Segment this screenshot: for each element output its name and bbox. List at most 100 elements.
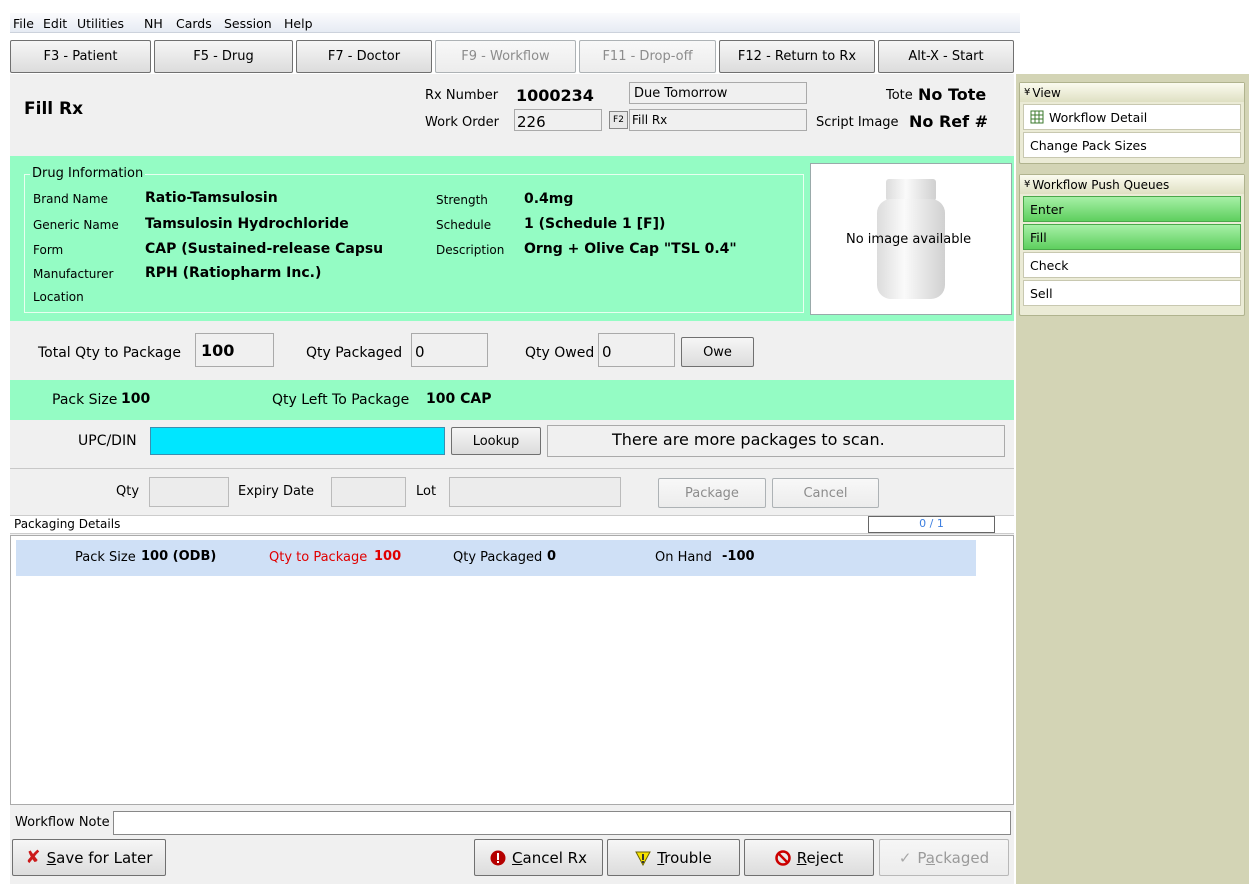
workflow-button[interactable]: F9 - Workflow bbox=[435, 40, 576, 73]
drug-button[interactable]: F5 - Drug bbox=[154, 40, 293, 73]
queue-enter[interactable]: Enter bbox=[1023, 196, 1241, 222]
grid-icon bbox=[1030, 110, 1044, 124]
script-image-value: No Ref # bbox=[909, 112, 989, 131]
patient-button[interactable]: F3 - Patient bbox=[10, 40, 151, 73]
pack-size-band bbox=[10, 380, 1014, 420]
tote-value: No Tote bbox=[918, 85, 987, 104]
expiry-date-input[interactable] bbox=[331, 477, 406, 507]
menu-bar: File Edit Utilities NH Cards Session Hel… bbox=[10, 13, 1020, 33]
workflow-detail-item[interactable]: Workflow Detail bbox=[1023, 104, 1241, 130]
script-image-label: Script Image bbox=[816, 115, 899, 130]
queue-sell[interactable]: Sell bbox=[1023, 280, 1241, 306]
packaging-progress-text: 0 / 1 bbox=[919, 517, 944, 530]
qty-left-label: Qty Left To Package bbox=[272, 392, 410, 408]
strength-label: Strength bbox=[436, 193, 488, 207]
work-order-value: 226 bbox=[517, 113, 546, 131]
packaging-details-header bbox=[10, 515, 1014, 534]
schedule-value: 1 (Schedule 1 [F]) bbox=[524, 216, 666, 232]
save-for-later-button[interactable]: ✘ Save for Later bbox=[12, 839, 166, 876]
form-label: Form bbox=[33, 243, 64, 257]
fill-rx-window: File Edit Utilities NH Cards Session Hel… bbox=[0, 0, 1249, 884]
row-qty-packaged-value: 0 bbox=[547, 549, 557, 564]
change-pack-sizes-item[interactable]: Change Pack Sizes bbox=[1023, 132, 1241, 158]
reject-button[interactable]: Reject bbox=[744, 839, 874, 876]
save-for-later-label: Save for Later bbox=[46, 848, 153, 867]
upc-din-label: UPC/DIN bbox=[78, 433, 137, 449]
workflow-note-input[interactable] bbox=[113, 811, 1011, 835]
entry-cancel-button[interactable]: Cancel bbox=[772, 478, 879, 508]
f2-key-badge[interactable]: F2 bbox=[609, 111, 628, 129]
queue-check[interactable]: Check bbox=[1023, 252, 1241, 278]
manufacturer-label: Manufacturer bbox=[33, 267, 114, 281]
brand-name-label: Brand Name bbox=[33, 192, 108, 206]
menu-nh[interactable]: NH bbox=[144, 16, 163, 31]
location-label: Location bbox=[33, 290, 84, 304]
row-pack-size-label: Pack Size bbox=[75, 550, 136, 565]
lookup-button[interactable]: Lookup bbox=[451, 427, 541, 455]
qty-owed-value: 0 bbox=[602, 343, 612, 361]
entry-qty-label: Qty bbox=[116, 484, 140, 499]
expiry-date-label: Expiry Date bbox=[238, 484, 315, 499]
x-icon: ✘ bbox=[25, 847, 41, 868]
prohibited-icon bbox=[774, 849, 791, 866]
return-to-rx-button[interactable]: F12 - Return to Rx bbox=[719, 40, 875, 73]
workflow-note-label: Workflow Note bbox=[15, 815, 110, 830]
schedule-label: Schedule bbox=[436, 218, 492, 232]
queue-fill[interactable]: Fill bbox=[1023, 224, 1241, 250]
row-on-hand-label: On Hand bbox=[655, 550, 712, 565]
collapse-icon: ¥ bbox=[1024, 87, 1031, 98]
divider bbox=[10, 468, 1014, 469]
generic-name-label: Generic Name bbox=[33, 218, 119, 232]
pack-size-label: Pack Size bbox=[52, 392, 118, 408]
total-qty-label: Total Qty to Package bbox=[38, 345, 181, 361]
scan-message: There are more packages to scan. bbox=[612, 430, 885, 449]
view-group: ¥ View Workflow Detail Change Pack Sizes bbox=[1019, 82, 1245, 164]
packaging-details-title: Packaging Details bbox=[14, 517, 121, 531]
menu-session[interactable]: Session bbox=[224, 16, 272, 31]
qty-owed-label: Qty Owed bbox=[525, 345, 595, 361]
lot-input[interactable] bbox=[449, 477, 621, 507]
qty-packaged-value: 0 bbox=[415, 343, 425, 361]
trouble-button[interactable]: Trouble bbox=[607, 839, 740, 876]
tote-label: Tote bbox=[886, 88, 913, 103]
rx-number-label: Rx Number bbox=[425, 88, 499, 103]
stop-icon bbox=[490, 850, 506, 865]
cancel-rx-label: Cancel Rx bbox=[512, 848, 587, 867]
row-pack-size-value: 100 (ODB) bbox=[141, 549, 217, 564]
workflow-push-queues-group: ¥ Workflow Push Queues Enter Fill Check S… bbox=[1019, 174, 1245, 316]
qty-left-value: 100 CAP bbox=[426, 391, 492, 407]
description-value: Orng + Olive Cap "TSL 0.4" bbox=[524, 241, 737, 257]
pack-size-value: 100 bbox=[121, 391, 151, 407]
due-status: Due Tomorrow bbox=[634, 86, 728, 101]
menu-cards[interactable]: Cards bbox=[176, 16, 212, 31]
no-image-text: No image available bbox=[846, 232, 972, 247]
manufacturer-value: RPH (Ratiopharm Inc.) bbox=[145, 265, 322, 281]
row-qty-packaged-label: Qty Packaged bbox=[453, 550, 543, 565]
strength-value: 0.4mg bbox=[524, 191, 574, 207]
menu-utilities[interactable]: Utilities bbox=[77, 16, 124, 31]
package-button[interactable]: Package bbox=[658, 478, 766, 508]
form-value: CAP (Sustained-release Capsu bbox=[145, 241, 384, 257]
menu-help[interactable]: Help bbox=[284, 16, 313, 31]
row-qty-to-package-value: 100 bbox=[374, 549, 402, 564]
page-title: Fill Rx bbox=[24, 99, 84, 119]
workflow-push-queues-header[interactable]: ¥ Workflow Push Queues bbox=[1020, 175, 1244, 194]
entry-qty-input[interactable] bbox=[149, 477, 229, 507]
cancel-rx-button[interactable]: Cancel Rx bbox=[474, 839, 603, 876]
view-group-header[interactable]: ¥ View bbox=[1020, 83, 1244, 102]
start-button[interactable]: Alt-X - Start bbox=[878, 40, 1014, 73]
packaged-button[interactable]: ✓ Packaged bbox=[879, 839, 1009, 876]
total-qty-value: 100 bbox=[201, 341, 235, 360]
menu-file[interactable]: File bbox=[13, 16, 34, 31]
description-label: Description bbox=[436, 243, 505, 257]
menu-edit[interactable]: Edit bbox=[43, 16, 67, 31]
trouble-label: Trouble bbox=[657, 848, 712, 867]
collapse-icon: ¥ bbox=[1024, 179, 1031, 190]
owe-button[interactable]: Owe bbox=[681, 337, 754, 367]
lot-label: Lot bbox=[416, 484, 437, 499]
upc-din-input[interactable] bbox=[150, 427, 445, 455]
doctor-button[interactable]: F7 - Doctor bbox=[296, 40, 432, 73]
packaged-label: Packaged bbox=[917, 848, 990, 867]
drop-off-button[interactable]: F11 - Drop-off bbox=[579, 40, 716, 73]
warning-icon bbox=[635, 851, 652, 866]
